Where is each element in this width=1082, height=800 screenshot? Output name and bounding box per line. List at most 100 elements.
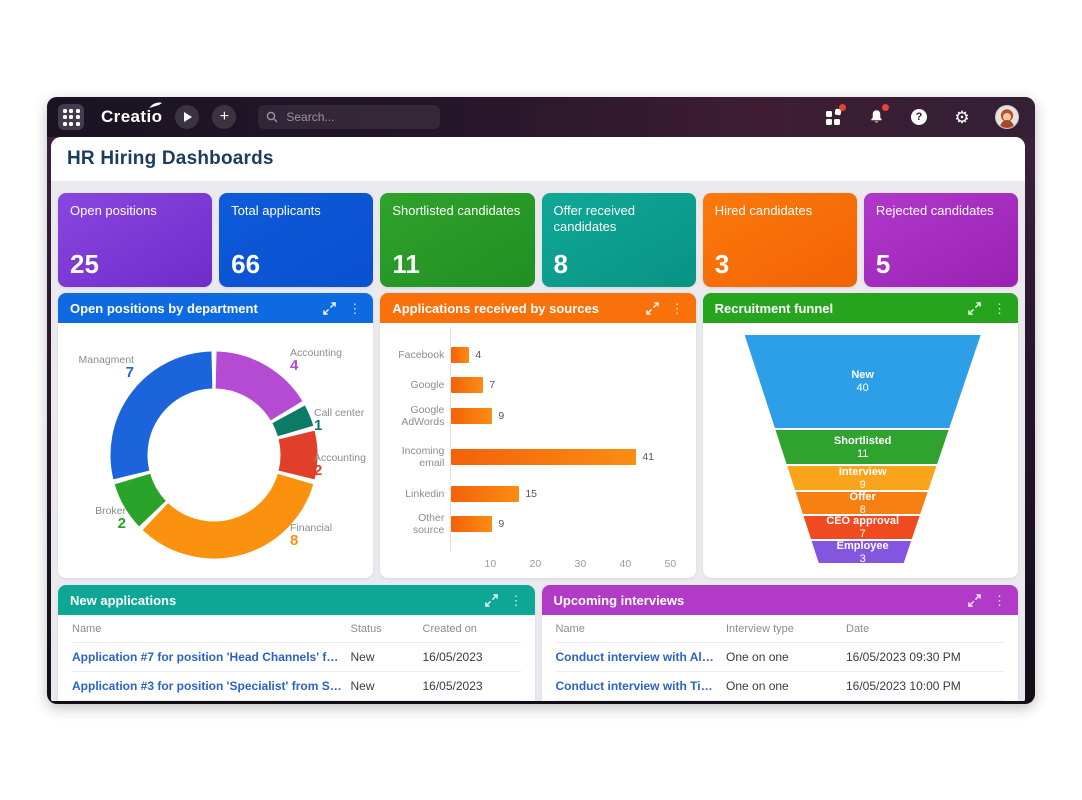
donut-label-accounting: Accounting 4 [290, 347, 342, 374]
top-bar: Creatio + Search... ? ⚙ [47, 97, 1035, 137]
kpi-shortlisted-candidates[interactable]: Shortlisted candidates 11 [380, 193, 535, 287]
table-row: Conduct interview with Tim Rook One on on… [555, 672, 1004, 701]
expand-icon[interactable] [645, 301, 659, 315]
page-header: HR Hiring Dashboards [51, 137, 1025, 181]
donut-label-broker: Broker 2 [95, 505, 126, 532]
bar[interactable] [451, 516, 493, 532]
expand-icon[interactable] [323, 301, 337, 315]
bar-chart: Facebook 4 Google 7 Google AdWords 9 Incoming … [380, 323, 696, 578]
kpi-value: 25 [70, 249, 99, 279]
kpi-label: Open positions [70, 203, 157, 218]
record-link[interactable]: Conduct interview with Tim Rook [556, 679, 727, 693]
bar[interactable] [451, 347, 470, 363]
bar-row-google-adwords: Google AdWords 9 [386, 400, 691, 432]
add-button[interactable]: + [212, 105, 237, 129]
tables-row: New applications ⋮ Name Status Created on A… [58, 585, 1018, 701]
donut-segment-call-center[interactable] [272, 405, 314, 437]
bar-row-incoming-email: Incoming email 41 [386, 441, 691, 473]
bell-icon [870, 110, 882, 123]
page-title: HR Hiring Dashboards [67, 148, 274, 169]
settings-button[interactable]: ⚙ [952, 107, 972, 127]
column-header: Name [72, 622, 102, 635]
kpi-label: Rejected candidates [875, 203, 994, 218]
creatio-logo: Creatio [101, 102, 163, 127]
funnel-stage-label: Shortlisted [833, 434, 892, 447]
bar[interactable] [451, 377, 484, 393]
topbar-actions: ? ⚙ [823, 104, 1025, 129]
bar[interactable] [451, 408, 493, 424]
donut-segment-accounting[interactable] [278, 430, 318, 480]
panel-menu-icon[interactable]: ⋮ [991, 594, 1008, 607]
expand-icon[interactable] [968, 593, 981, 607]
help-icon: ? [911, 109, 927, 125]
funnel-stage-label: Interview [838, 465, 887, 478]
search-input[interactable] [284, 109, 409, 125]
bar-value: 9 [498, 410, 505, 422]
record-link[interactable]: Conduct interview with Alex White [556, 650, 727, 664]
column-header: Date [846, 622, 870, 635]
expand-icon[interactable] [968, 301, 981, 315]
dashboard: Open positions 25 Total applicants 66 Sh… [51, 181, 1025, 701]
kpi-row: Open positions 25 Total applicants 66 Sh… [58, 193, 1019, 287]
panel-menu-icon[interactable]: ⋮ [508, 594, 525, 607]
table-row: Conduct interview with Alex WhiteOne on … [555, 643, 1004, 672]
user-avatar[interactable] [995, 105, 1019, 129]
donut-segment-financial[interactable] [142, 473, 314, 559]
kpi-offer-received-candidates[interactable]: Offer received candidates 8 [541, 193, 696, 287]
help-button[interactable]: ? [909, 107, 929, 127]
kpi-label: Hired candidates [714, 203, 813, 218]
workplaces-notification-dot [839, 104, 846, 111]
expand-icon[interactable] [484, 593, 498, 607]
kpi-open-positions[interactable]: Open positions 25 [58, 193, 213, 287]
panel-header: Applications received by sources ⋮ [380, 293, 696, 323]
column-header: Name [555, 622, 585, 635]
notifications-button[interactable] [866, 104, 889, 127]
table-row: Application #3 for position 'Specialist'… [72, 672, 521, 701]
panel-title: Applications received by sources [392, 300, 599, 316]
global-search[interactable] [258, 105, 441, 129]
funnel-stage-new[interactable]: New 40 [744, 335, 981, 428]
bar-label: Linkedin [405, 488, 445, 500]
kpi-label: Shortlisted candidates [392, 203, 521, 218]
donut-label-call-center: Call center 1 [314, 407, 365, 434]
funnel-stage-shortlisted[interactable]: Shortlisted 11 [744, 428, 981, 464]
record-cell: 16/05/2023 10:00 PM [846, 679, 961, 693]
panel-applications-by-sources: Applications received by sources ⋮ Faceb… [380, 293, 696, 578]
donut-segment-broker[interactable] [114, 473, 167, 527]
funnel-stage-value: 9 [859, 478, 866, 491]
kpi-value: 5 [875, 249, 891, 279]
panel-new-applications: New applications ⋮ Name Status Created on A… [58, 585, 535, 701]
funnel-chart: New 40 Shortlisted 11 Interview 9 Offer 8 CEO ap… [702, 323, 1018, 578]
funnel-stage-interview[interactable]: Interview 9 [744, 464, 981, 491]
column-header: Created on [422, 622, 477, 635]
donut-segment-managment[interactable] [110, 351, 214, 480]
workplaces-button[interactable] [823, 104, 846, 127]
kpi-hired-candidates[interactable]: Hired candidates 3 [702, 193, 857, 287]
kpi-label: Offer received candidates [553, 203, 635, 234]
apps-grid-icon[interactable] [58, 104, 84, 130]
bar-label: Incoming email [401, 445, 445, 469]
record-cell: One on one [726, 679, 789, 693]
bar[interactable] [451, 486, 520, 502]
record-link[interactable]: Application #7 for position 'Head Channe… [72, 650, 351, 664]
funnel-stage-offer[interactable]: Offer 8 [744, 490, 981, 516]
kpi-total-applicants[interactable]: Total applicants 66 [219, 193, 374, 287]
kpi-label: Total applicants [231, 203, 321, 218]
panel-menu-icon[interactable]: ⋮ [669, 302, 686, 315]
funnel-stage-label: CEO approval [826, 515, 900, 527]
x-tick: 20 [529, 558, 542, 570]
funnel-stage-employee[interactable]: Employee 3 [744, 539, 981, 563]
kpi-rejected-candidates[interactable]: Rejected candidates 5 [863, 193, 1019, 287]
bar-row-other-source: Other source 9 [386, 508, 691, 540]
funnel-stage-ceo-approval[interactable]: CEO approval 7 [744, 514, 981, 540]
bar-label: Google AdWords [401, 404, 445, 428]
donut-segment-accounting[interactable] [214, 351, 303, 421]
run-process-button[interactable] [175, 105, 200, 129]
record-link[interactable]: Application #3 for position 'Specialist'… [72, 679, 351, 693]
charts-row: Open positions by department ⋮ Accountin… [58, 293, 1018, 578]
panel-menu-icon[interactable]: ⋮ [991, 302, 1008, 315]
bar[interactable] [451, 449, 637, 465]
kpi-value: 11 [392, 249, 420, 279]
panel-menu-icon[interactable]: ⋮ [346, 302, 363, 315]
record-cell: 16/05/2023 [422, 650, 483, 664]
